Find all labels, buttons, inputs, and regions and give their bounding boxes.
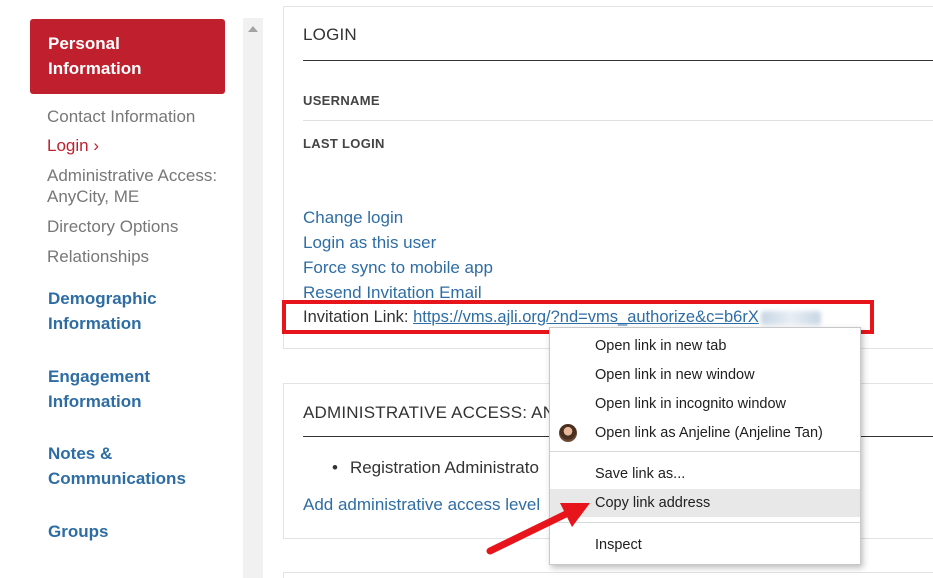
sidebar: Personal Information Contact Information… xyxy=(0,0,243,578)
profile-avatar-icon xyxy=(559,424,577,442)
sidebar-subitem-relationships[interactable]: Relationships xyxy=(47,246,149,267)
login-panel: LOGIN USERNAME LAST LOGIN Change login L… xyxy=(283,6,933,349)
sidebar-subitem-login[interactable]: Login › xyxy=(47,135,99,156)
sidebar-subitem-administrative-access[interactable]: Administrative Access: AnyCity, ME xyxy=(47,165,232,207)
sidebar-item-demographic-information[interactable]: Demographic Information xyxy=(48,286,198,336)
change-login-link[interactable]: Change login xyxy=(303,208,403,228)
ctx-separator xyxy=(550,522,860,523)
sidebar-item-groups[interactable]: Groups xyxy=(48,519,108,544)
scroll-up-arrow-icon[interactable] xyxy=(248,26,258,32)
admin-access-list-item: Registration Administrato xyxy=(332,458,539,478)
annotation-arrow-icon xyxy=(486,503,590,555)
last-login-label: LAST LOGIN xyxy=(303,136,385,151)
sidebar-subitem-contact-information[interactable]: Contact Information xyxy=(47,106,195,127)
ctx-open-new-tab[interactable]: Open link in new tab xyxy=(550,332,860,360)
sidebar-item-engagement-information[interactable]: Engagement Information xyxy=(48,364,198,414)
ctx-save-link-as[interactable]: Save link as... xyxy=(550,460,860,488)
sidebar-item-personal-information[interactable]: Personal Information xyxy=(30,19,225,94)
field-divider xyxy=(303,120,933,121)
username-label: USERNAME xyxy=(303,93,380,108)
ctx-inspect[interactable]: Inspect xyxy=(550,531,860,559)
next-panel xyxy=(283,572,933,578)
ctx-open-as-profile[interactable]: Open link as Anjeline (Anjeline Tan) xyxy=(550,419,860,447)
admin-panel-title: ADMINISTRATIVE ACCESS: AN xyxy=(303,403,556,422)
login-panel-title: LOGIN xyxy=(303,25,357,44)
ctx-copy-link-address[interactable]: Copy link address xyxy=(550,489,860,517)
sidebar-item-notes-communications[interactable]: Notes & Communications xyxy=(48,441,198,491)
ctx-open-as-profile-label: Open link as Anjeline (Anjeline Tan) xyxy=(595,425,823,441)
ctx-open-new-window[interactable]: Open link in new window xyxy=(550,361,860,389)
sidebar-scrollbar[interactable] xyxy=(243,18,263,578)
ctx-separator xyxy=(550,451,860,452)
force-sync-link[interactable]: Force sync to mobile app xyxy=(303,258,493,278)
ctx-open-incognito[interactable]: Open link in incognito window xyxy=(550,390,860,418)
sidebar-subitem-directory-options[interactable]: Directory Options xyxy=(47,216,178,237)
login-as-user-link[interactable]: Login as this user xyxy=(303,233,436,253)
context-menu: Open link in new tab Open link in new wi… xyxy=(549,327,861,565)
login-title-divider xyxy=(303,60,933,61)
